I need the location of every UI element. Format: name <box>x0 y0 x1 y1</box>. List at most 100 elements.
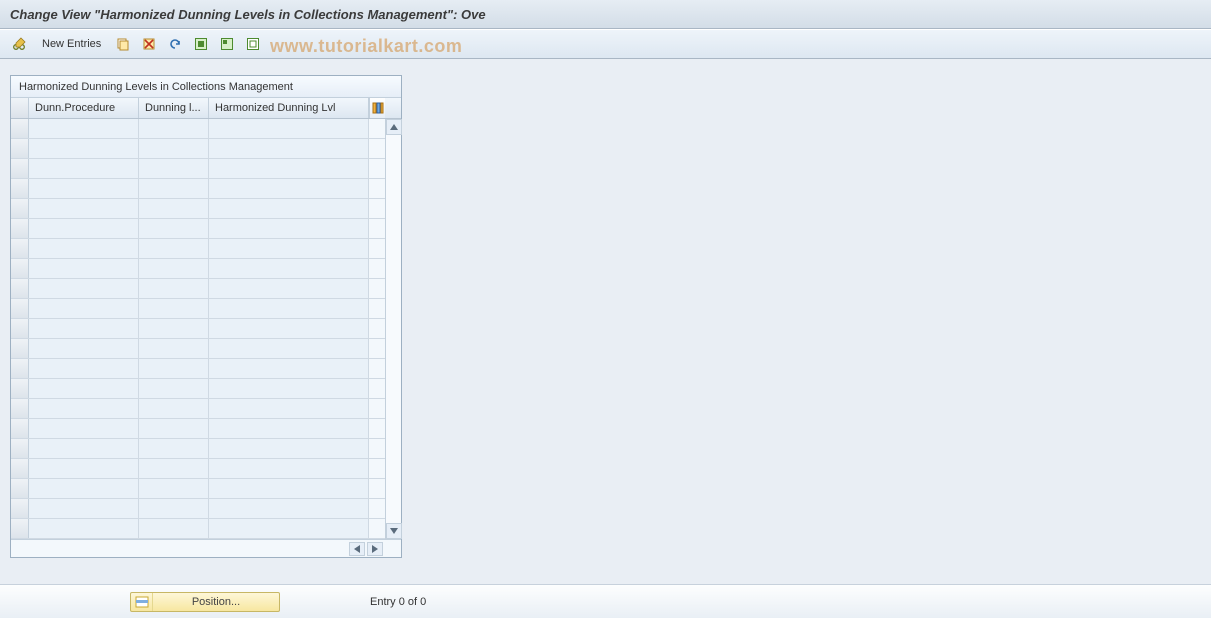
cell-harmonized-level[interactable] <box>209 459 369 478</box>
cell-harmonized-level[interactable] <box>209 359 369 378</box>
cell-dunn-procedure[interactable] <box>29 459 139 478</box>
cell-dunn-procedure[interactable] <box>29 279 139 298</box>
row-selector-header[interactable] <box>11 98 29 118</box>
delete-button[interactable] <box>139 34 159 54</box>
cell-harmonized-level[interactable] <box>209 439 369 458</box>
cell-dunning-level[interactable] <box>139 519 209 538</box>
deselect-all-button[interactable] <box>243 34 263 54</box>
cell-harmonized-level[interactable] <box>209 419 369 438</box>
cell-harmonized-level[interactable] <box>209 219 369 238</box>
row-selector[interactable] <box>11 459 29 478</box>
cell-harmonized-level[interactable] <box>209 499 369 518</box>
cell-dunning-level[interactable] <box>139 499 209 518</box>
cell-dunning-level[interactable] <box>139 159 209 178</box>
vertical-scrollbar[interactable] <box>385 119 401 539</box>
cell-dunning-level[interactable] <box>139 279 209 298</box>
cell-dunning-level[interactable] <box>139 439 209 458</box>
cell-dunning-level[interactable] <box>139 419 209 438</box>
scroll-up-button[interactable] <box>386 119 402 135</box>
cell-harmonized-level[interactable] <box>209 379 369 398</box>
cell-dunn-procedure[interactable] <box>29 299 139 318</box>
row-selector[interactable] <box>11 139 29 158</box>
row-selector[interactable] <box>11 179 29 198</box>
row-selector[interactable] <box>11 339 29 358</box>
cell-dunning-level[interactable] <box>139 479 209 498</box>
cell-dunn-procedure[interactable] <box>29 439 139 458</box>
cell-harmonized-level[interactable] <box>209 399 369 418</box>
cell-dunning-level[interactable] <box>139 259 209 278</box>
cell-harmonized-level[interactable] <box>209 479 369 498</box>
cell-harmonized-level[interactable] <box>209 339 369 358</box>
cell-dunning-level[interactable] <box>139 119 209 138</box>
column-header-dunn-procedure[interactable]: Dunn.Procedure <box>29 98 139 118</box>
undo-button[interactable] <box>165 34 185 54</box>
display-change-toggle-button[interactable] <box>10 34 30 54</box>
cell-dunn-procedure[interactable] <box>29 359 139 378</box>
row-selector[interactable] <box>11 239 29 258</box>
cell-dunn-procedure[interactable] <box>29 139 139 158</box>
cell-dunn-procedure[interactable] <box>29 339 139 358</box>
row-selector[interactable] <box>11 119 29 138</box>
new-entries-button[interactable]: New Entries <box>36 34 107 54</box>
cell-dunn-procedure[interactable] <box>29 159 139 178</box>
row-selector[interactable] <box>11 379 29 398</box>
scroll-right-button[interactable] <box>367 542 383 556</box>
cell-dunning-level[interactable] <box>139 239 209 258</box>
scroll-left-button[interactable] <box>349 542 365 556</box>
row-selector[interactable] <box>11 299 29 318</box>
row-selector[interactable] <box>11 259 29 278</box>
cell-dunning-level[interactable] <box>139 179 209 198</box>
position-button[interactable]: Position... <box>130 592 280 612</box>
cell-dunning-level[interactable] <box>139 379 209 398</box>
row-selector[interactable] <box>11 479 29 498</box>
column-header-dunning-level[interactable]: Dunning l... <box>139 98 209 118</box>
cell-dunning-level[interactable] <box>139 359 209 378</box>
cell-dunning-level[interactable] <box>139 199 209 218</box>
cell-harmonized-level[interactable] <box>209 179 369 198</box>
cell-dunning-level[interactable] <box>139 319 209 338</box>
cell-harmonized-level[interactable] <box>209 159 369 178</box>
cell-harmonized-level[interactable] <box>209 319 369 338</box>
row-selector[interactable] <box>11 499 29 518</box>
cell-dunning-level[interactable] <box>139 219 209 238</box>
cell-harmonized-level[interactable] <box>209 519 369 538</box>
row-selector[interactable] <box>11 279 29 298</box>
row-selector[interactable] <box>11 219 29 238</box>
cell-dunn-procedure[interactable] <box>29 399 139 418</box>
cell-dunning-level[interactable] <box>139 399 209 418</box>
cell-dunn-procedure[interactable] <box>29 419 139 438</box>
cell-dunn-procedure[interactable] <box>29 519 139 538</box>
copy-as-button[interactable] <box>113 34 133 54</box>
cell-harmonized-level[interactable] <box>209 199 369 218</box>
cell-dunning-level[interactable] <box>139 339 209 358</box>
row-selector[interactable] <box>11 439 29 458</box>
cell-dunn-procedure[interactable] <box>29 499 139 518</box>
cell-dunning-level[interactable] <box>139 459 209 478</box>
row-selector[interactable] <box>11 419 29 438</box>
cell-harmonized-level[interactable] <box>209 139 369 158</box>
cell-dunn-procedure[interactable] <box>29 319 139 338</box>
cell-harmonized-level[interactable] <box>209 259 369 278</box>
cell-harmonized-level[interactable] <box>209 299 369 318</box>
table-settings-button[interactable] <box>369 98 385 118</box>
cell-dunn-procedure[interactable] <box>29 379 139 398</box>
row-selector[interactable] <box>11 359 29 378</box>
cell-dunn-procedure[interactable] <box>29 199 139 218</box>
row-selector[interactable] <box>11 199 29 218</box>
cell-dunn-procedure[interactable] <box>29 179 139 198</box>
cell-harmonized-level[interactable] <box>209 239 369 258</box>
cell-dunn-procedure[interactable] <box>29 119 139 138</box>
scroll-down-button[interactable] <box>386 523 402 539</box>
row-selector[interactable] <box>11 399 29 418</box>
select-block-button[interactable] <box>217 34 237 54</box>
cell-dunn-procedure[interactable] <box>29 239 139 258</box>
cell-dunning-level[interactable] <box>139 139 209 158</box>
select-all-button[interactable] <box>191 34 211 54</box>
cell-dunning-level[interactable] <box>139 299 209 318</box>
cell-harmonized-level[interactable] <box>209 119 369 138</box>
cell-dunn-procedure[interactable] <box>29 259 139 278</box>
column-header-harmonized-level[interactable]: Harmonized Dunning Lvl <box>209 98 369 118</box>
row-selector[interactable] <box>11 519 29 538</box>
cell-dunn-procedure[interactable] <box>29 479 139 498</box>
row-selector[interactable] <box>11 159 29 178</box>
